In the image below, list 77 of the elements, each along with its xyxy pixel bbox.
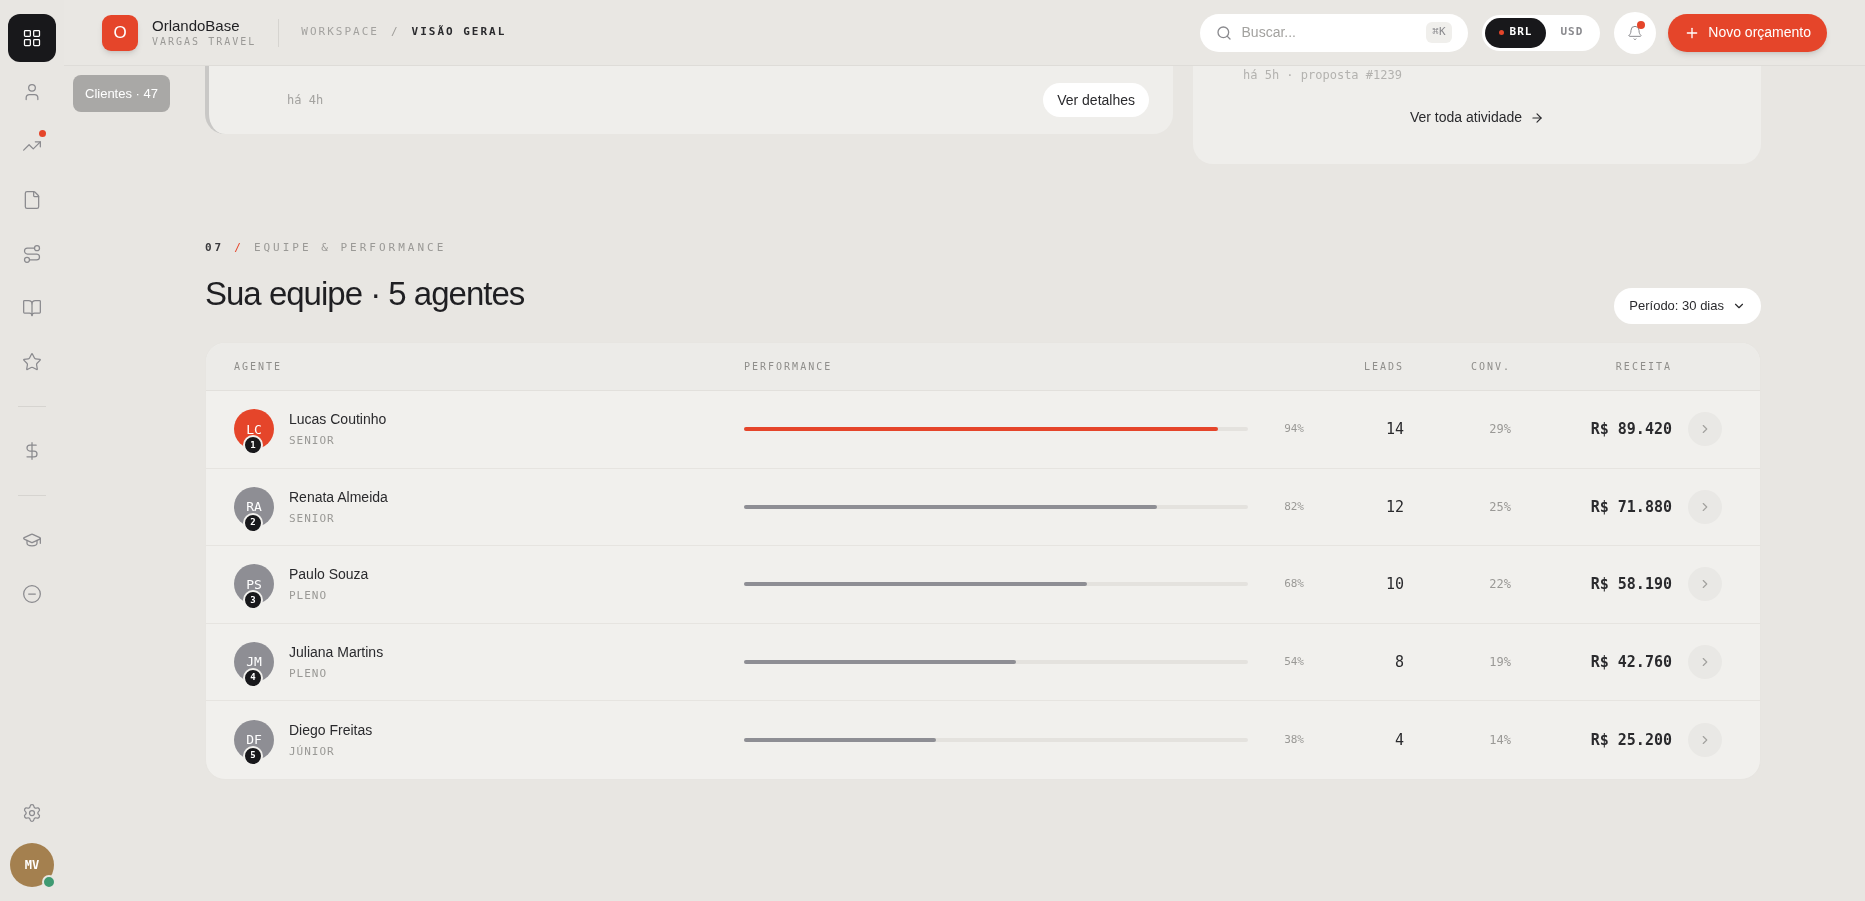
revenue-amount: R$ 25.200 (1589, 729, 1672, 751)
agent-role: PLENO (289, 665, 329, 682)
conversion-rate: 29% (1488, 421, 1511, 439)
revenue-amount: R$ 58.190 (1589, 574, 1672, 595)
new-quote-button[interactable]: Novo orçamento (1668, 13, 1827, 52)
column-header: RECEITA (1614, 360, 1672, 374)
search-bar[interactable]: Buscar... ⌘K (1199, 13, 1468, 52)
breadcrumb-item[interactable]: WORKSPACE (301, 24, 379, 41)
breadcrumb-separator: / (390, 24, 400, 41)
currency-toggle[interactable]: BRL (1484, 17, 1547, 48)
notifications-button[interactable] (1614, 11, 1657, 54)
route-icon (22, 244, 42, 264)
activity-meta: há 5h · proposta #1239 (1243, 67, 1403, 84)
document-icon (22, 190, 42, 210)
card-timestamp: há 4h (287, 92, 324, 109)
performance-percent: 82% (1284, 498, 1304, 515)
sidebar-item[interactable] (8, 14, 56, 62)
row-open-button[interactable] (1688, 412, 1722, 447)
agent-role: SENIOR (289, 510, 336, 527)
column-header: LEADS (1362, 360, 1404, 374)
performance-percent: 68% (1284, 576, 1304, 592)
agent-role: JÚNIOR (289, 743, 336, 760)
column-header: PERFORMANCE (744, 360, 834, 374)
section-label: EQUIPE & PERFORMANCE (253, 240, 447, 256)
agent-name: Lucas Coutinho (289, 410, 387, 429)
minus-circle-icon (22, 584, 42, 604)
search-icon (1215, 24, 1232, 41)
search-input[interactable]: Buscar... (1241, 22, 1417, 43)
arrow-right-icon (1530, 110, 1545, 125)
user-avatar[interactable]: MV (10, 843, 54, 887)
leads-count: 14 (1384, 419, 1404, 440)
revenue-amount: R$ 71.880 (1589, 496, 1672, 518)
agent-name: Renata Almeida (289, 487, 388, 507)
agent-name: Paulo Souza (289, 565, 369, 584)
rank-badge: 1 (243, 435, 263, 456)
shortcut-hint: ⌘K (1426, 22, 1452, 43)
bell-icon (1627, 24, 1644, 41)
brand-logo: O (102, 14, 138, 51)
conversion-rate: 14% (1488, 731, 1511, 749)
grid-icon (22, 28, 42, 48)
column-header: AGENTE (234, 360, 284, 374)
revenue-amount: R$ 42.760 (1589, 651, 1672, 673)
period-select[interactable]: Período: 30 dias (1614, 288, 1761, 324)
star-icon (22, 352, 42, 372)
book-icon (22, 298, 42, 318)
row-open-button[interactable] (1688, 722, 1722, 757)
section-title: Sua equipe · 5 agentes (205, 273, 525, 314)
column-header: CONV. (1469, 360, 1511, 374)
agent-name: Juliana Martins (289, 642, 384, 662)
currency-toggle[interactable]: USD (1546, 17, 1598, 48)
revenue-amount: R$ 89.420 (1589, 419, 1672, 440)
agent-role: PLENO (289, 588, 329, 604)
row-open-button[interactable] (1688, 644, 1722, 679)
all-activity-link[interactable]: Ver toda atividade (1409, 107, 1545, 128)
performance-percent: 94% (1284, 421, 1304, 437)
performance-percent: 38% (1284, 731, 1304, 748)
company-name: VARGAS TRAVEL (152, 35, 257, 49)
performance-percent: 54% (1284, 653, 1304, 670)
conversion-rate: 19% (1488, 653, 1511, 671)
breadcrumb-item: VISÃO GERAL (411, 24, 507, 41)
section-separator: / (234, 240, 244, 256)
agent-role: SENIOR (289, 433, 336, 449)
tooltip: Clientes · 47 (73, 75, 170, 112)
conversion-rate: 25% (1488, 498, 1511, 516)
conversion-rate: 22% (1488, 576, 1511, 594)
leads-count: 12 (1384, 496, 1404, 518)
rank-badge: 3 (243, 590, 263, 611)
row-open-button[interactable] (1688, 567, 1722, 602)
settings-icon (22, 803, 42, 823)
leads-count: 4 (1393, 729, 1404, 751)
brand-name: OrlandoBase (152, 16, 241, 36)
row-open-button[interactable] (1688, 489, 1722, 524)
leads-count: 10 (1384, 574, 1404, 595)
leads-count: 8 (1393, 651, 1404, 673)
agent-name: Diego Freitas (289, 720, 373, 740)
details-button[interactable]: Ver detalhes (1043, 83, 1149, 117)
section-number: 07 (205, 240, 225, 256)
